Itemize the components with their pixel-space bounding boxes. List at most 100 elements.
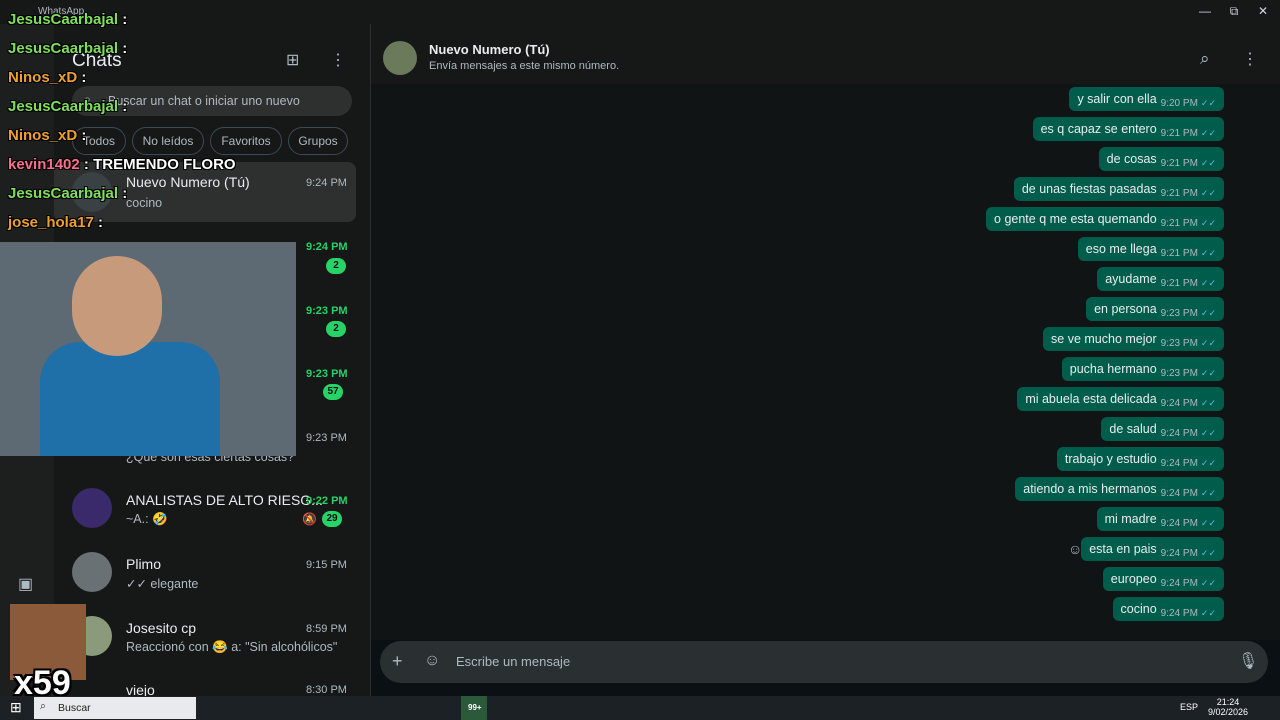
contact-avatar[interactable]	[383, 41, 417, 75]
message-bubble[interactable]: mi abuela esta delicada 9:24 PM ✓✓	[1017, 387, 1224, 411]
chat-time: 9:23 PM	[306, 432, 347, 444]
message-bubble[interactable]: europeo 9:24 PM ✓✓	[1102, 567, 1224, 591]
filter-chip-no-leidos[interactable]: No leídos	[132, 127, 204, 155]
stream-chat-separator: :	[118, 40, 128, 57]
stream-chat-separator: :	[118, 11, 128, 28]
chat-row[interactable]: Plimo ✓✓ elegante 9:15 PM	[54, 542, 356, 602]
clock[interactable]: 21:24 9/02/2026	[1208, 697, 1248, 717]
restore-button[interactable]: ⧉	[1219, 2, 1249, 20]
message-text: mi abuela esta delicada	[1025, 392, 1157, 406]
filter-chip-grupos[interactable]: Grupos	[288, 127, 348, 155]
chat-time: 9:23 PM	[306, 305, 348, 317]
message-bubble[interactable]: es q capaz se entero 9:21 PM ✓✓	[1032, 117, 1224, 141]
media-icon[interactable]: ▣	[18, 574, 33, 594]
chat-time: 9:22 PM	[306, 495, 348, 507]
menu-icon[interactable]: ⋮	[330, 50, 346, 70]
stream-chat-user: kevin1402	[8, 156, 80, 173]
message-bubble[interactable]: de cosas 9:21 PM ✓✓	[1098, 147, 1224, 171]
message-time: 9:21 PM	[1160, 157, 1198, 169]
chat-row[interactable]: Josesito cp Reaccionó con 😂 a: "Sin alco…	[54, 606, 356, 666]
react-emoji-icon[interactable]: ☺	[1068, 541, 1082, 557]
message-text: esta en pais	[1089, 542, 1157, 556]
message-time: 9:24 PM	[1160, 547, 1198, 559]
chat-row[interactable]: ANALISTAS DE ALTO RIESG... ~A.: 🤣 9:22 P…	[54, 478, 356, 538]
message-bubble[interactable]: se ve mucho mejor 9:23 PM ✓✓	[1043, 327, 1224, 351]
message-bubble[interactable]: cocino 9:24 PM ✓✓	[1112, 597, 1224, 621]
message-composer[interactable]: + ☺ Escribe un mensaje 🎙	[380, 641, 1268, 683]
message-time: 9:24 PM	[1160, 577, 1198, 589]
stream-chat-line: jose_hola17 :	[8, 214, 103, 231]
read-receipt-icon: ✓✓	[1200, 577, 1216, 588]
stream-chat-line: JesusCaarbajal :	[8, 11, 127, 28]
message-text: europeo	[1110, 572, 1157, 586]
message-text: es q capaz se entero	[1040, 122, 1157, 136]
message-bubble[interactable]: trabajo y estudio 9:24 PM ✓✓	[1056, 447, 1224, 471]
message-text: de salud	[1109, 422, 1157, 436]
filter-chip-favoritos[interactable]: Favoritos	[210, 127, 282, 155]
chat-row[interactable]: viejo 8:30 PM	[54, 670, 356, 696]
message-time: 9:24 PM	[1160, 427, 1198, 439]
taskbar-search[interactable]: ⌕ Buscar	[34, 697, 196, 719]
clock-date: 9/02/2026	[1208, 707, 1249, 717]
stream-chat-separator: :	[118, 98, 128, 115]
message-bubble[interactable]: o gente q me esta quemando 9:21 PM ✓✓	[986, 207, 1224, 231]
new-chat-icon[interactable]: ⊞	[286, 50, 299, 70]
stream-chat-user: Ninos_xD	[8, 69, 78, 86]
message-bubble[interactable]: de salud 9:24 PM ✓✓	[1101, 417, 1224, 441]
message-time: 9:24 PM	[1160, 397, 1198, 409]
chat-name: Josesito cp	[126, 620, 197, 636]
unread-badge: 2	[326, 258, 346, 274]
message-bubble[interactable]: de unas fiestas pasadas 9:21 PM ✓✓	[1013, 177, 1224, 201]
message-time: 9:23 PM	[1160, 337, 1198, 349]
stream-chat-separator: :	[79, 156, 94, 173]
message-time: 9:24 PM	[1160, 487, 1198, 499]
minimize-button[interactable]: —	[1190, 2, 1220, 20]
menu-icon[interactable]: ⋮	[1242, 49, 1258, 69]
webcam-overlay	[0, 242, 296, 456]
chat-time: 9:23 PM	[306, 368, 348, 380]
read-receipt-icon: ✓✓	[1200, 187, 1216, 198]
message-bubble[interactable]: y salir con ella 9:20 PM ✓✓	[1069, 87, 1224, 111]
attach-plus-icon[interactable]: +	[392, 651, 403, 672]
read-receipt-icon: ✓✓	[1200, 367, 1216, 378]
sticker-icon[interactable]: ☺	[424, 652, 440, 670]
message-bubble[interactable]: mi madre 9:24 PM ✓✓	[1096, 507, 1224, 531]
read-receipt-icon: ✓✓	[1200, 397, 1216, 408]
read-receipt-icon: ✓✓	[1200, 427, 1216, 438]
message-bubble[interactable]: eso me llega 9:21 PM ✓✓	[1077, 237, 1224, 261]
read-receipt-icon: ✓✓	[1200, 247, 1216, 258]
read-receipt-icon: ✓✓	[1200, 127, 1216, 138]
microphone-icon[interactable]: 🎙	[1238, 651, 1258, 671]
start-icon[interactable]: ⊞	[10, 699, 22, 716]
stream-chat-line: JesusCaarbajal :	[8, 98, 127, 115]
contact-name[interactable]: Nuevo Numero (Tú)	[429, 42, 550, 57]
message-bubble[interactable]: atiendo a mis hermanos 9:24 PM ✓✓	[1015, 477, 1224, 501]
chat-preview-text: elegante	[150, 577, 199, 591]
message-text: cocino	[1120, 602, 1157, 616]
message-bubble[interactable]: pucha hermano 9:23 PM ✓✓	[1061, 357, 1224, 381]
composer-placeholder: Escribe un mensaje	[456, 654, 571, 669]
message-bubble[interactable]: ayudame 9:21 PM ✓✓	[1097, 267, 1224, 291]
stream-chat-line: Ninos_xD :	[8, 127, 86, 144]
read-receipt-icon: ✓✓	[1200, 607, 1216, 618]
avatar	[72, 552, 112, 592]
search-icon[interactable]: ⌕	[1200, 49, 1210, 69]
chat-preview: Reaccionó con 😂 a: "Sin alcohólicos"	[126, 640, 338, 654]
taskbar-search-label: Buscar	[58, 702, 91, 714]
read-receipt-icon: ✓✓	[1200, 337, 1216, 348]
close-button[interactable]: ✕	[1248, 2, 1278, 20]
message-bubble[interactable]: en persona 9:23 PM ✓✓	[1086, 297, 1224, 321]
unread-badge: 2	[326, 321, 346, 337]
avatar	[72, 488, 112, 528]
person-face	[72, 256, 162, 356]
read-receipt-icon: ✓✓	[1200, 217, 1216, 228]
message-time: 9:24 PM	[1160, 517, 1198, 529]
message-text: eso me llega	[1085, 242, 1157, 256]
chat-time: 9:24 PM	[306, 241, 348, 253]
chat-time: 8:30 PM	[306, 684, 347, 696]
message-time: 9:21 PM	[1160, 217, 1198, 229]
language-indicator[interactable]: ESP	[1180, 702, 1198, 712]
message-text: de unas fiestas pasadas	[1021, 182, 1157, 196]
message-bubble[interactable]: esta en pais 9:24 PM ✓✓	[1081, 537, 1224, 561]
chat-name: viejo	[126, 682, 155, 696]
